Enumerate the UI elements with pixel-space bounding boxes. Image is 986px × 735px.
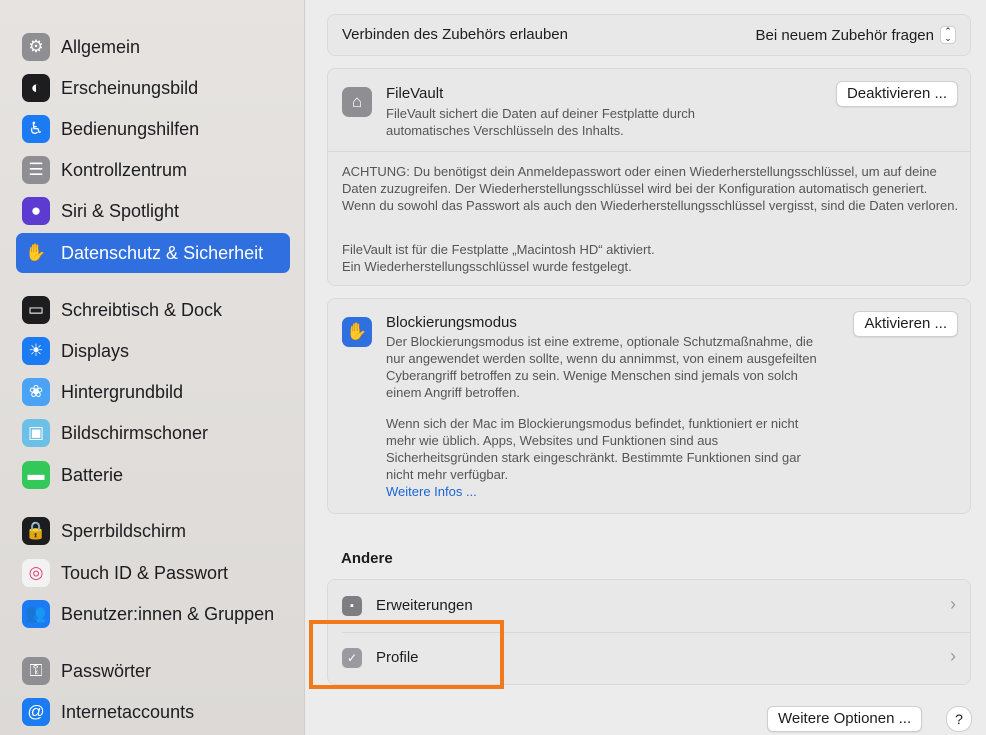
filevault-desc-line2: automatisches Verschlüsseln des Inhalts. <box>386 123 624 138</box>
filevault-card: ⌂ FileVault FileVault sichert die Daten … <box>327 68 971 286</box>
filevault-desc-line1: FileVault sichert die Daten auf deiner F… <box>386 106 696 121</box>
wallpaper-icon: ❀ <box>22 378 50 406</box>
extensions-icon: ▪ <box>342 596 362 616</box>
gear-icon: ⚙ <box>22 33 50 61</box>
sidebar: ⚙ Allgemein ◐ Erscheinungsbild ♿ Bedienungshi… <box>0 0 305 735</box>
sidebar-item-bildschirmschoner[interactable]: ▣ Bildschirmschoner <box>16 413 290 453</box>
sidebar-item-label: Bedienungshilfen <box>61 118 200 139</box>
sidebar-item-siri-spotlight[interactable]: ● Siri & Spotlight <box>16 191 290 231</box>
other-heading: Andere <box>341 550 393 567</box>
at-icon: @ <box>22 698 50 726</box>
updown-chevron-icon: ⌃ ⌄ <box>940 26 956 44</box>
fingerprint-icon: ◎ <box>22 559 50 587</box>
sidebar-item-label: Displays <box>61 340 130 361</box>
desktop-dock-icon: ▭ <box>22 296 50 324</box>
highlight-box <box>309 620 504 689</box>
sidebar-item-label: Batterie <box>61 464 124 485</box>
lockdown-desc1: Der Blockierungsmodus ist eine extreme, … <box>386 334 817 400</box>
hand-icon: ✋ <box>25 243 47 262</box>
sidebar-item-kontrollzentrum[interactable]: ☰ Kontrollzentrum <box>16 150 290 190</box>
sidebar-item-sperrbildschirm[interactable]: 🔒 Sperrbildschirm <box>16 511 290 551</box>
sidebar-item-datenschutz-sicherheit[interactable]: ✋ Datenschutz & Sicherheit <box>16 233 290 273</box>
house-lock-icon: ⌂ <box>342 87 372 117</box>
accessory-label: Verbinden des Zubehörs erlauben <box>342 26 568 43</box>
chevron-right-icon: › <box>950 646 956 666</box>
sidebar-item-label: Sperrbildschirm <box>61 520 187 541</box>
sidebar-item-displays[interactable]: ☀ Displays <box>16 331 290 371</box>
sidebar-item-label: Internetaccounts <box>61 701 195 722</box>
filevault-status-line1: FileVault ist für die Festplatte „Macint… <box>342 242 655 257</box>
filevault-divider <box>328 151 970 152</box>
control-center-icon: ☰ <box>22 156 50 184</box>
lockdown-card: ✋ Blockierungsmodus Der Blockierungsmodu… <box>327 298 971 514</box>
sidebar-item-label: Kontrollzentrum <box>61 159 188 180</box>
sidebar-item-schreibtisch-dock[interactable]: ▭ Schreibtisch & Dock <box>16 290 290 330</box>
sidebar-item-label: Passwörter <box>61 660 152 681</box>
sidebar-item-batterie[interactable]: ▬ Batterie <box>16 455 290 495</box>
filevault-title: FileVault <box>386 85 444 102</box>
filevault-status-line2: Ein Wiederherstellungsschlüssel wurde fe… <box>342 259 632 274</box>
accessibility-icon: ♿ <box>22 115 50 143</box>
sidebar-item-label: Siri & Spotlight <box>61 200 180 221</box>
accessory-card: Verbinden des Zubehörs erlauben Bei neue… <box>327 14 971 56</box>
sidebar-item-label: Schreibtisch & Dock <box>61 299 223 320</box>
lock-icon: 🔒 <box>22 517 50 545</box>
more-options-button[interactable]: Weitere Optionen ... <box>767 706 923 732</box>
sidebar-item-label: Hintergrundbild <box>61 381 184 402</box>
sidebar-item-passwörter[interactable]: ⚿ Passwörter <box>16 651 290 691</box>
sidebar-item-bedienungshilfen[interactable]: ♿ Bedienungshilfen <box>16 109 290 149</box>
sidebar-item-benutzer-innen-gruppen[interactable]: 👥 Benutzer:innen & Gruppen <box>16 594 290 634</box>
appearance-icon: ◐ <box>22 74 50 102</box>
chevron-right-icon: › <box>950 594 956 614</box>
hand-icon: ✋ <box>342 317 372 347</box>
help-button[interactable]: ? <box>946 706 972 732</box>
accessory-popup[interactable]: Bei neuem Zubehör fragen ⌃ ⌄ <box>756 26 956 44</box>
lockdown-title: Blockierungsmodus <box>386 314 517 331</box>
sidebar-item-touch-id-passwort[interactable]: ◎ Touch ID & Passwort <box>16 553 290 593</box>
filevault-deactivate-button[interactable]: Deaktivieren ... <box>835 81 958 107</box>
filevault-warning: ACHTUNG: Du benötigst dein Anmeldepasswo… <box>342 164 959 213</box>
screensaver-icon: ▣ <box>22 419 50 447</box>
extensions-label: Erweiterungen <box>376 597 473 614</box>
sidebar-item-erscheinungsbild[interactable]: ◐ Erscheinungsbild <box>16 68 290 108</box>
lockdown-activate-button[interactable]: Aktivieren ... <box>853 311 958 337</box>
lockdown-more-info-link[interactable]: Weitere Infos ... <box>386 484 477 499</box>
sidebar-item-label: Touch ID & Passwort <box>61 562 229 583</box>
users-icon: 👥 <box>22 600 50 628</box>
siri-icon: ● <box>22 197 50 225</box>
battery-icon: ▬ <box>22 461 50 489</box>
sidebar-item-allgemein[interactable]: ⚙ Allgemein <box>16 27 290 67</box>
sun-icon: ☀ <box>22 337 50 365</box>
key-icon: ⚿ <box>22 657 50 685</box>
sidebar-item-label: Benutzer:innen & Gruppen <box>61 603 275 624</box>
accessory-popup-value: Bei neuem Zubehör fragen <box>755 26 934 44</box>
sidebar-item-label: Bildschirmschoner <box>61 422 209 443</box>
sidebar-item-label: Allgemein <box>61 36 141 57</box>
lockdown-desc2: Wenn sich der Mac im Blockierungsmodus b… <box>386 416 801 482</box>
sidebar-item-hintergrundbild[interactable]: ❀ Hintergrundbild <box>16 372 290 412</box>
sidebar-item-label: Datenschutz & Sicherheit <box>61 242 264 263</box>
settings-pane: Verbinden des Zubehörs erlauben Bei neue… <box>305 0 986 735</box>
sidebar-item-internetaccounts[interactable]: @ Internetaccounts <box>16 692 290 732</box>
sidebar-item-label: Erscheinungsbild <box>61 77 199 98</box>
